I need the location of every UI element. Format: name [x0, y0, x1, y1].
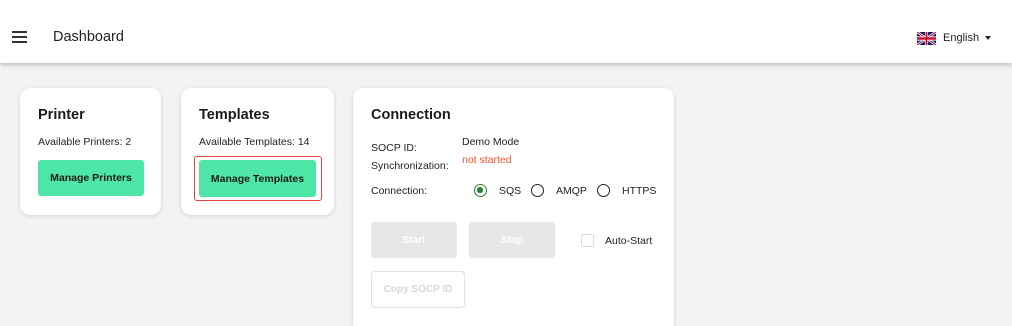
radio-https[interactable]	[597, 184, 610, 197]
connection-card: Connection SOCP ID: Demo Mode Synchroniz…	[353, 88, 674, 326]
uk-flag-icon	[917, 31, 936, 45]
page-title: Dashboard	[53, 29, 124, 45]
available-printers-text: Available Printers: 2	[38, 136, 132, 148]
manage-printers-button[interactable]: Manage Printers	[38, 160, 144, 196]
printer-card: Printer Available Printers: 2 Manage Pri…	[20, 88, 161, 215]
synchronization-label: Synchronization:	[371, 160, 449, 172]
connection-card-title: Connection	[371, 107, 451, 123]
auto-start-checkbox[interactable]	[581, 234, 594, 247]
auto-start-label: Auto-Start	[605, 235, 653, 247]
connection-label: Connection:	[371, 185, 428, 197]
manage-templates-button[interactable]: Manage Templates	[199, 160, 316, 197]
synchronization-status: not started	[462, 154, 512, 166]
language-label: English	[943, 32, 980, 44]
language-selector[interactable]: English	[917, 30, 992, 46]
radio-sqs-label: SQS	[499, 185, 522, 197]
radio-https-label: HTTPS	[622, 185, 657, 197]
start-button[interactable]: Start	[371, 222, 457, 258]
templates-card: Templates Available Templates: 14 Manage…	[181, 88, 334, 215]
copy-socp-id-button[interactable]: Copy SOCP ID	[371, 271, 465, 308]
hamburger-menu-icon[interactable]	[12, 31, 27, 43]
radio-sqs[interactable]	[474, 184, 487, 197]
chevron-down-icon	[985, 36, 992, 40]
printer-card-title: Printer	[38, 107, 85, 123]
templates-card-title: Templates	[199, 107, 270, 123]
socp-id-value: Demo Mode	[462, 136, 520, 148]
radio-amqp[interactable]	[531, 184, 544, 197]
radio-amqp-label: AMQP	[556, 185, 587, 197]
stop-button[interactable]: Stop	[469, 222, 555, 258]
socp-id-label: SOCP ID:	[371, 142, 417, 154]
available-templates-text: Available Templates: 14	[199, 136, 310, 148]
app-bar: Dashboard English	[0, 0, 1012, 63]
